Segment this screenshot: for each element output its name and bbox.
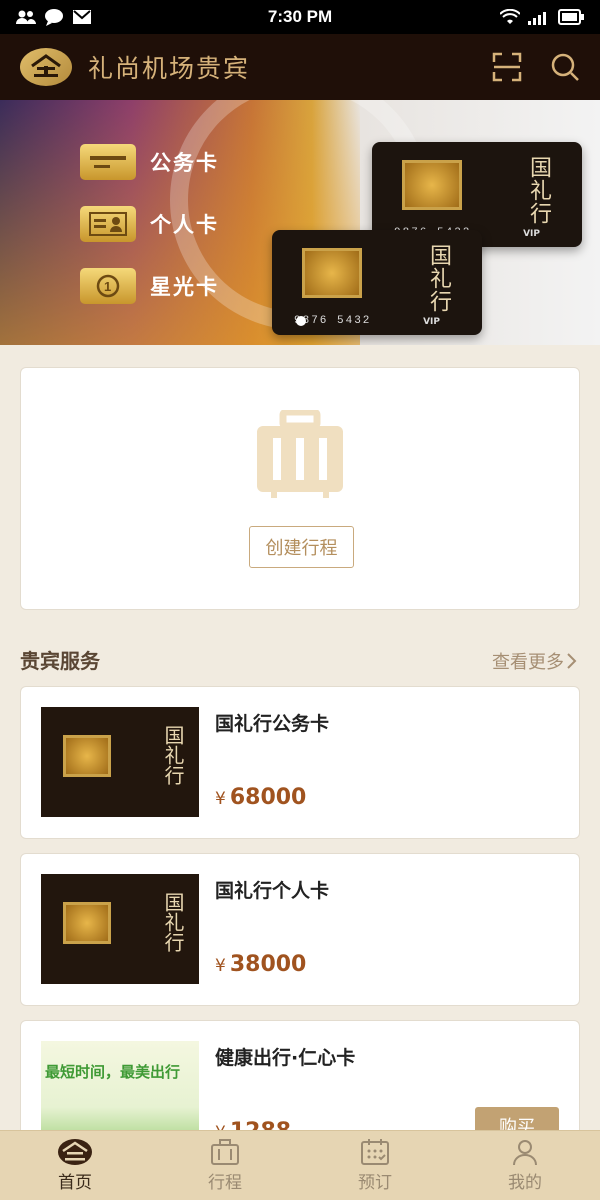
card-seal [302,248,362,298]
nav-item-home[interactable]: 首页 [0,1131,150,1200]
home-logo-icon [58,1139,92,1165]
banner-item-label: 星光卡 [150,275,219,299]
product-card[interactable]: 国礼行 国礼行个人卡 ¥ 38000 [20,853,580,1006]
nav-label: 行程 [208,1173,242,1193]
app-header: 礼尚机场贵宾 [0,34,600,100]
banner-item-label: 个人卡 [150,213,219,237]
product-name: 健康出行·仁心卡 [215,1047,356,1069]
nav-item-profile[interactable]: 我的 [450,1131,600,1200]
nav-label: 首页 [58,1173,92,1193]
bottom-nav: 首页 行程 预订 我的 [0,1130,600,1200]
card-icon [80,144,136,180]
view-more-label: 查看更多 [492,652,564,673]
logo-icon [31,54,61,77]
price-value: 68000 [229,785,307,810]
nav-label: 预订 [358,1173,392,1193]
banner-item-personal-card[interactable]: 个人卡 [80,206,219,242]
search-icon[interactable] [550,52,580,82]
mail-icon [73,10,91,24]
product-name: 国礼行公务卡 [215,713,330,735]
chat-icon [45,9,63,26]
app-title: 礼尚机场贵宾 [88,54,251,83]
contacts-icon [16,10,36,24]
nav-item-booking[interactable]: 预订 [300,1131,450,1200]
chevron-right-icon [567,653,577,669]
wifi-icon [500,9,520,24]
nav-item-trips[interactable]: 行程 [150,1131,300,1200]
currency-symbol: ¥ [215,789,226,809]
thumb-glyphs: 国礼行 [161,725,185,785]
banner-item-business-card[interactable]: 公务卡 [80,144,219,180]
scan-icon[interactable] [492,52,522,82]
battery-icon [558,9,584,25]
product-name: 国礼行个人卡 [215,880,330,902]
banner-item-star-card[interactable]: 1 星光卡 [80,268,219,304]
card-seal [402,160,462,210]
product-thumbnail: 国礼行 [41,874,199,984]
product-card[interactable]: 国礼行 国礼行公务卡 ¥ 68000 [20,686,580,839]
status-bar: 7:30 PM [0,0,600,34]
services-title: 贵宾服务 [20,649,100,673]
banner-item-label: 公务卡 [150,151,219,175]
promo-banner[interactable]: 公务卡 个人卡 1 星光卡 国礼行 9876 5432 VIP 国礼行 9876… [0,100,600,345]
signal-icon [528,12,546,25]
svg-text:1: 1 [104,279,111,294]
card-seal [63,902,111,944]
refresh-card-icon: 1 [80,268,136,304]
view-more-link[interactable]: 查看更多 [492,648,578,674]
product-thumbnail: 国礼行 [41,707,199,817]
nav-label: 我的 [508,1173,542,1193]
thumb-glyphs: 国礼行 [161,892,185,952]
product-price: ¥ 38000 [215,952,306,977]
price-value: 38000 [229,952,307,977]
suitcase-nav-icon [211,1139,239,1165]
header-actions [492,52,580,82]
create-trip-button[interactable]: 创建行程 [249,526,354,568]
card-glyphs: 国礼行 [526,156,551,225]
suitcase-icon [257,410,343,498]
currency-symbol: ¥ [215,956,226,976]
card-vip-tag: VIP [423,317,440,327]
card-vip-tag: VIP [523,229,540,239]
banner-page-dot [296,316,306,326]
card-seal [63,735,111,777]
user-icon [513,1140,537,1166]
status-icons-left [16,8,156,26]
id-card-icon [80,206,136,242]
calendar-icon [361,1139,389,1165]
thumb-text: 最短时间，最美出行 [45,1063,181,1081]
card-glyphs: 国礼行 [426,244,451,313]
status-time: 7:30 PM [267,7,333,26]
product-price: ¥ 68000 [215,785,306,810]
app-logo [20,48,72,86]
trip-card: 创建行程 [20,367,580,610]
status-icons-right [444,9,584,25]
